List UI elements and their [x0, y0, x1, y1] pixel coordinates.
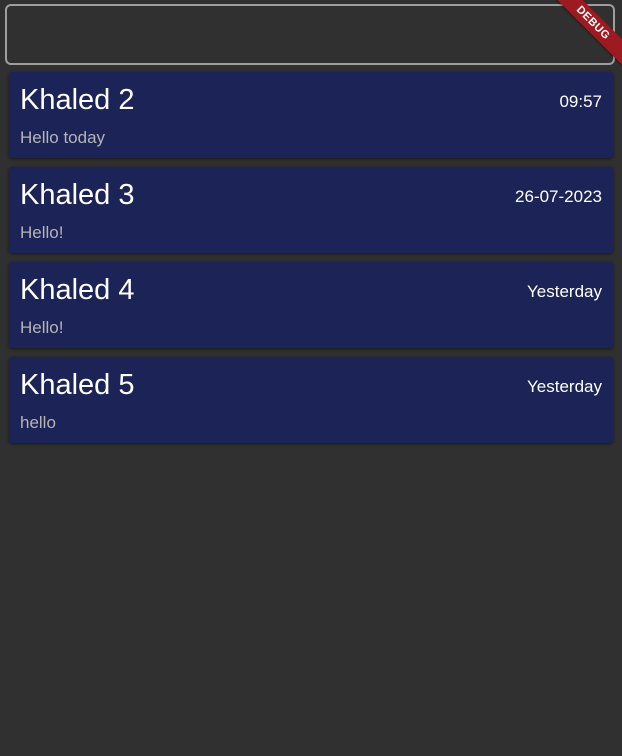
chat-contact-name: Khaled 3: [20, 179, 135, 211]
chat-item-khaled-4[interactable]: Khaled 4 Yesterday Hello!: [9, 262, 613, 348]
chat-contact-name: Khaled 5: [20, 369, 135, 401]
search-input[interactable]: [7, 6, 613, 63]
chat-item-khaled-5[interactable]: Khaled 5 Yesterday hello: [9, 357, 613, 443]
chat-list: Khaled 2 09:57 Hello today Khaled 3 26-0…: [9, 72, 613, 452]
chat-last-message: Hello!: [20, 223, 64, 242]
chat-timestamp: 26-07-2023: [515, 187, 602, 206]
chat-last-message: Hello!: [20, 318, 64, 337]
chat-last-message: Hello today: [20, 128, 106, 147]
chat-contact-name: Khaled 4: [20, 274, 135, 306]
chat-timestamp: Yesterday: [527, 282, 602, 301]
chat-contact-name: Khaled 2: [20, 84, 135, 116]
chat-item-khaled-2[interactable]: Khaled 2 09:57 Hello today: [9, 72, 613, 158]
chat-last-message: hello: [20, 413, 56, 432]
chat-timestamp: Yesterday: [527, 377, 602, 396]
chat-timestamp: 09:57: [559, 92, 602, 111]
search-field[interactable]: [5, 4, 615, 65]
chat-item-khaled-3[interactable]: Khaled 3 26-07-2023 Hello!: [9, 167, 613, 253]
app-screen: Khaled 2 09:57 Hello today Khaled 3 26-0…: [0, 0, 622, 756]
